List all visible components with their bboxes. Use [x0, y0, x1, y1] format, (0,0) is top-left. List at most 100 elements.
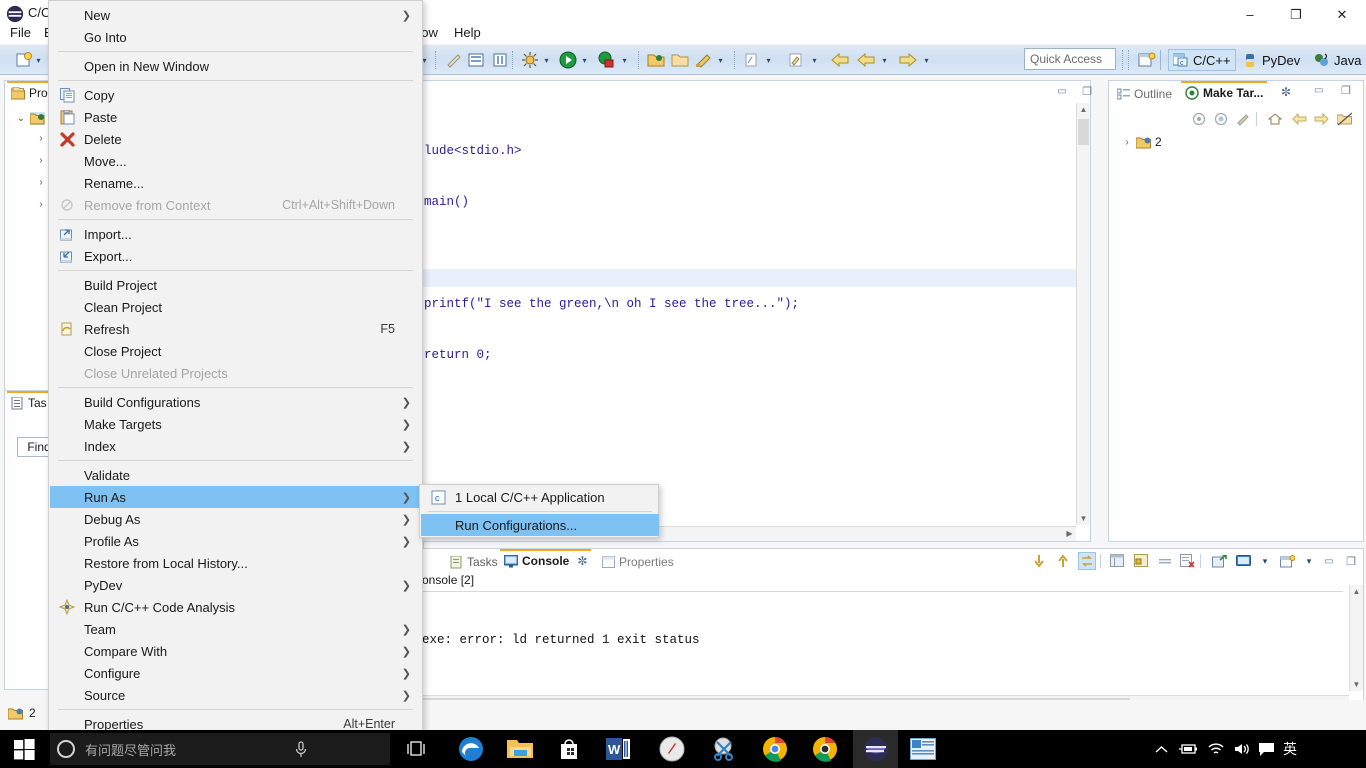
chevron-right-icon[interactable]: › — [35, 155, 47, 166]
windows-start-button[interactable] — [0, 730, 48, 768]
battery-button[interactable] — [1176, 730, 1200, 768]
menu-item-restore-from-local-history[interactable]: Restore from Local History... — [50, 552, 423, 574]
menu-item-copy[interactable]: Copy — [50, 84, 423, 106]
maximize-console-icon[interactable]: ❐ — [1342, 552, 1360, 570]
hide-empty-folders-icon[interactable] — [1336, 110, 1354, 128]
menu-help[interactable]: Help — [448, 23, 487, 43]
menu-item-source[interactable]: Source ❯ — [50, 684, 423, 706]
console-output[interactable]: exe: error: ld returned 1 exit status Bu… — [422, 591, 1343, 749]
build-dropdown-icon[interactable]: ▾ — [716, 56, 725, 65]
taskbar-app-eclipse[interactable] — [853, 730, 898, 768]
menu-item-export[interactable]: Export... — [50, 245, 423, 267]
scroll-lock-up-icon[interactable] — [1054, 552, 1072, 570]
taskbar-app-file-explorer[interactable] — [497, 730, 542, 768]
menu-item-validate[interactable]: Validate — [50, 464, 423, 486]
home-icon[interactable] — [1266, 110, 1284, 128]
close-project-icon[interactable] — [670, 50, 690, 70]
submenu-item-run-configurations[interactable]: Run Configurations... — [421, 514, 659, 536]
close-tab-icon[interactable]: ✼ — [1281, 85, 1291, 99]
microphone-icon[interactable] — [294, 741, 308, 759]
new-console-view-icon[interactable] — [1278, 552, 1296, 570]
build-all-icon[interactable] — [466, 50, 486, 70]
scroll-right-icon[interactable]: ▶ — [1063, 527, 1076, 540]
wifi-button[interactable] — [1204, 730, 1228, 768]
menu-item-make-targets[interactable]: Make Targets ❯ — [50, 413, 423, 435]
forward-dropdown-icon[interactable]: ▾ — [922, 56, 931, 65]
open-console-icon[interactable] — [1210, 552, 1228, 570]
word-wrap-icon[interactable] — [1156, 552, 1174, 570]
scroll-lock-down-icon[interactable] — [1030, 552, 1048, 570]
tab-tasks[interactable]: Tas — [7, 391, 51, 413]
menu-item-open-in-new-window[interactable]: Open in New Window — [50, 55, 423, 77]
chevron-right-icon[interactable]: › — [35, 177, 47, 188]
action-center-button[interactable] — [1254, 730, 1278, 768]
task-view-button[interactable] — [398, 730, 434, 768]
taskbar-app-microsoft-store[interactable] — [546, 730, 591, 768]
taskbar-app-compass[interactable] — [649, 730, 694, 768]
perspective-pydev[interactable]: PyDev — [1238, 49, 1304, 71]
tab-project-explorer[interactable]: Pro — [7, 81, 52, 103]
edit-make-target-icon[interactable] — [1212, 110, 1230, 128]
editor-code-area[interactable]: lude<stdio.h> main() printf("I see the g… — [416, 103, 1076, 521]
menu-item-delete[interactable]: Delete — [50, 128, 423, 150]
menu-item-new[interactable]: New ❯ — [50, 4, 423, 26]
run-dropdown-icon[interactable]: ▾ — [580, 56, 589, 65]
editor-scroll-thumb[interactable] — [1078, 119, 1089, 145]
show-hidden-icons-button[interactable] — [1150, 730, 1172, 768]
debug-icon[interactable] — [520, 50, 540, 70]
menu-item-import[interactable]: Import... — [50, 223, 423, 245]
menu-item-rename[interactable]: Rename... — [50, 172, 423, 194]
menu-file[interactable]: File — [4, 23, 37, 43]
tab-console[interactable]: Console ✼ — [500, 549, 592, 571]
menu-item-pydev[interactable]: PyDev ❯ — [50, 574, 423, 596]
menu-item-run-as[interactable]: Run As ❯ — [50, 486, 423, 508]
console-vertical-scrollbar[interactable]: ▲ ▼ — [1349, 585, 1363, 691]
perspective-java[interactable]: Java — [1310, 49, 1365, 71]
add-make-target-icon[interactable] — [1190, 110, 1208, 128]
taskbar-app-snipping-tool[interactable] — [700, 730, 745, 768]
cortana-search-box[interactable]: 有问题尽管问我 — [50, 733, 390, 765]
display-console-dropdown-icon[interactable]: ▾ — [1256, 552, 1274, 570]
editor-minimize-icon[interactable]: ▭ — [1055, 85, 1069, 97]
chevron-down-icon[interactable]: ⌄ — [15, 113, 27, 124]
chevron-right-icon[interactable]: › — [1121, 137, 1133, 148]
new-wizard-dropdown-icon[interactable]: ▾ — [34, 56, 43, 65]
chevron-right-icon[interactable]: › — [35, 199, 47, 210]
tab-properties[interactable]: Properties — [598, 551, 678, 573]
run-external-tools-icon[interactable] — [596, 50, 616, 70]
input-language-button[interactable]: 英 — [1278, 730, 1302, 768]
menu-item-move[interactable]: Move... — [50, 150, 423, 172]
display-console-icon[interactable] — [1234, 552, 1252, 570]
forward-icon[interactable] — [1312, 110, 1330, 128]
volume-button[interactable] — [1230, 730, 1254, 768]
menu-item-debug-as[interactable]: Debug As ❯ — [50, 508, 423, 530]
menu-item-go-into[interactable]: Go Into — [50, 26, 423, 48]
back-icon[interactable] — [830, 50, 850, 70]
menu-item-clean-project[interactable]: Clean Project — [50, 296, 423, 318]
scroll-down-icon[interactable]: ▼ — [1077, 512, 1090, 525]
last-edit-dropdown-icon[interactable]: ▾ — [810, 56, 819, 65]
search-icon[interactable] — [742, 50, 762, 70]
external-tools-dropdown-icon[interactable]: ▾ — [620, 56, 629, 65]
new-console-dropdown-icon[interactable]: ▾ — [1300, 552, 1318, 570]
taskbar-app-edge[interactable] — [448, 730, 493, 768]
lock-scroll-icon[interactable] — [1132, 552, 1150, 570]
scroll-down-icon[interactable]: ▼ — [1350, 678, 1363, 691]
menu-item-compare-with[interactable]: Compare With ❯ — [50, 640, 423, 662]
run-icon[interactable] — [558, 50, 578, 70]
maximize-view-icon[interactable]: ❐ — [1341, 84, 1351, 97]
editor-maximize-icon[interactable]: ❐ — [1080, 85, 1094, 98]
forward-icon[interactable] — [898, 50, 918, 70]
tab-make-targets[interactable]: Make Tar... — [1181, 81, 1268, 103]
menu-item-profile-as[interactable]: Profile As ❯ — [50, 530, 423, 552]
menu-item-close-project[interactable]: Close Project — [50, 340, 423, 362]
pencil-icon[interactable] — [444, 50, 464, 70]
open-type-icon[interactable] — [490, 50, 510, 70]
tab-outline[interactable]: Outline — [1113, 83, 1176, 105]
tree-row[interactable]: › — [35, 195, 47, 213]
last-edit-location-icon[interactable] — [786, 50, 806, 70]
menu-item-build-project[interactable]: Build Project — [50, 274, 423, 296]
back-dropdown-icon[interactable]: ▾ — [880, 56, 889, 65]
chevron-right-icon[interactable]: › — [35, 133, 47, 144]
editor-vertical-scrollbar[interactable]: ▲ ▼ — [1076, 103, 1090, 525]
